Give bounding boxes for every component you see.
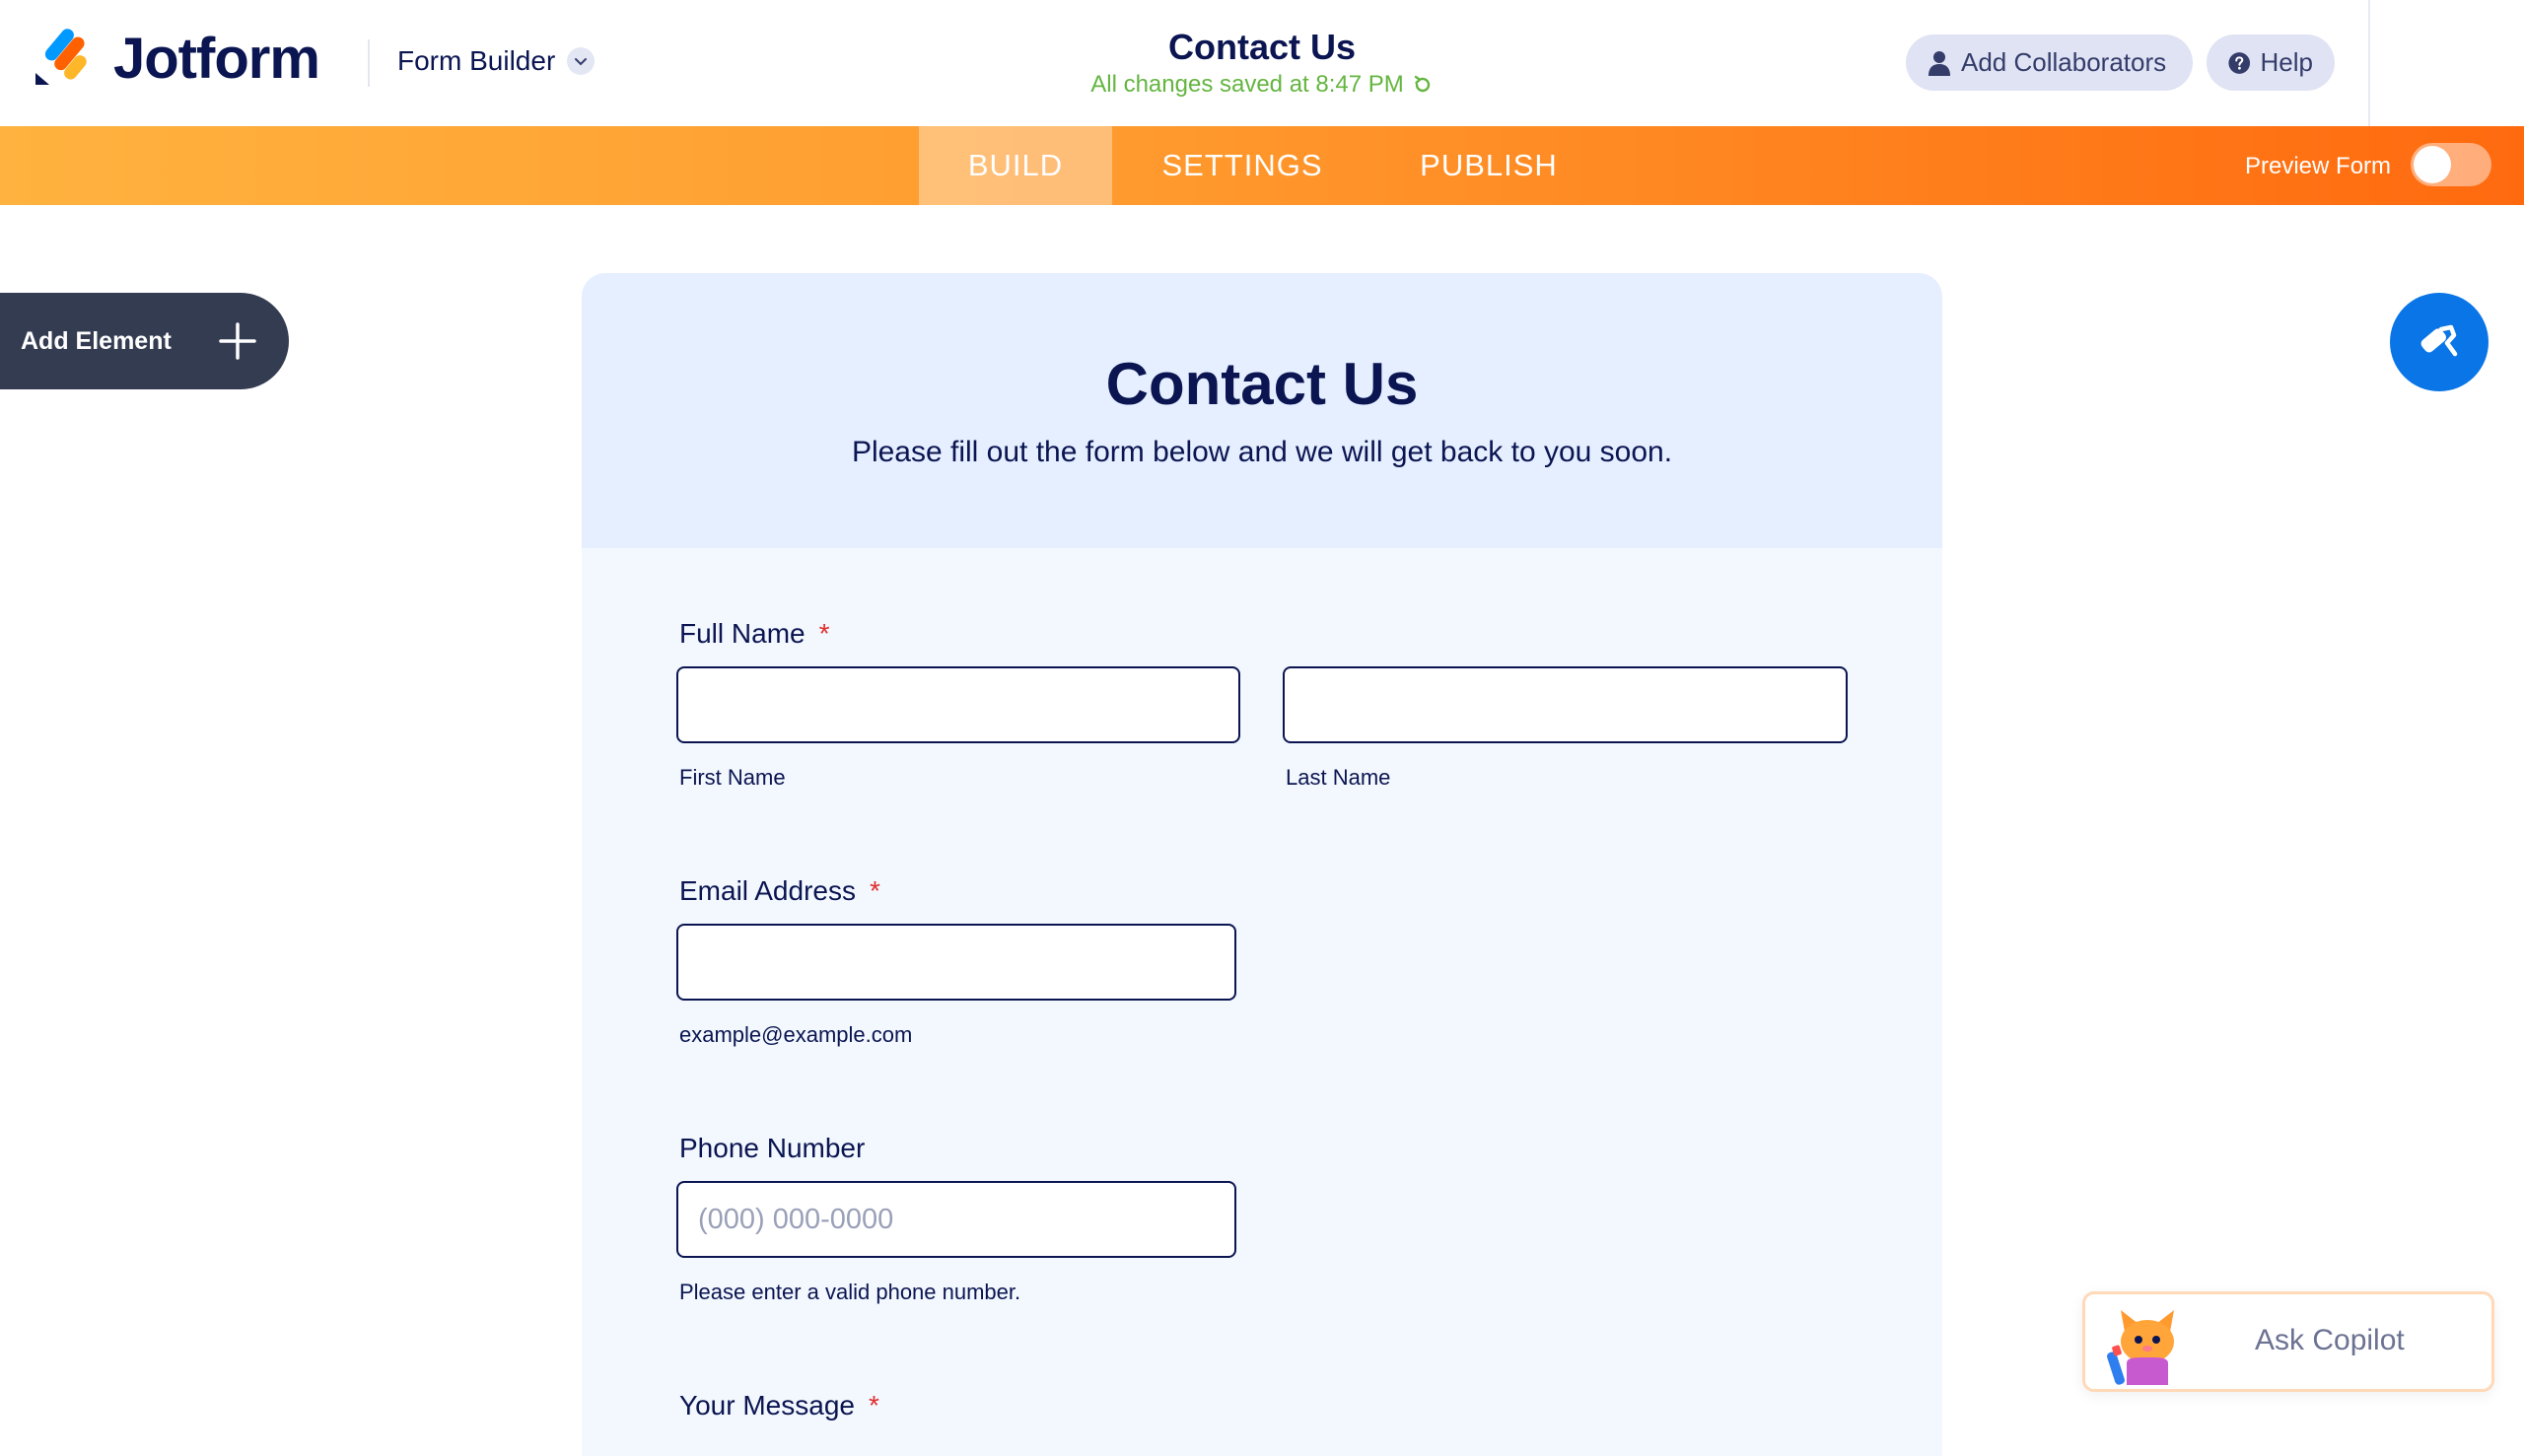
plus-icon bbox=[219, 322, 256, 360]
message-label-text: Your Message bbox=[679, 1390, 855, 1421]
top-header: Jotform Form Builder Contact Us All chan… bbox=[0, 0, 2524, 126]
save-status: All changes saved at 8:47 PM bbox=[1090, 71, 1434, 99]
builder-nav: BUILD SETTINGS PUBLISH Preview Form bbox=[0, 126, 2524, 205]
email-sublabel: example@example.com bbox=[679, 1022, 913, 1047]
required-mark: * bbox=[869, 875, 880, 906]
refresh-icon bbox=[1414, 75, 1430, 93]
paint-roller-icon bbox=[2420, 324, 2458, 357]
copilot-cat-icon bbox=[2107, 1310, 2174, 1385]
form-card: Contact Us Please fill out the form belo… bbox=[582, 273, 1942, 1456]
tab-settings[interactable]: SETTINGS bbox=[1144, 126, 1341, 205]
last-name-sublabel: Last Name bbox=[1286, 765, 1391, 790]
ask-copilot-label: Ask Copilot bbox=[2255, 1324, 2405, 1356]
required-mark: * bbox=[868, 1390, 879, 1421]
tab-publish[interactable]: PUBLISH bbox=[1400, 126, 1578, 205]
phone-input[interactable]: (000) 000-0000 bbox=[676, 1181, 1236, 1258]
form-header[interactable]: Contact Us Please fill out the form belo… bbox=[582, 273, 1942, 548]
preview-form-toggle[interactable] bbox=[2411, 143, 2491, 186]
chevron-down-icon bbox=[567, 47, 596, 75]
form-designer-button[interactable] bbox=[2390, 293, 2489, 391]
first-name-sublabel: First Name bbox=[679, 765, 786, 790]
full-name-label: Full Name * bbox=[679, 618, 830, 650]
tab-build[interactable]: BUILD bbox=[919, 126, 1112, 205]
add-collaborators-label: Add Collaborators bbox=[1961, 47, 2167, 77]
required-mark: * bbox=[818, 618, 830, 649]
form-heading: Contact Us bbox=[1105, 351, 1419, 417]
jotform-logo-icon[interactable] bbox=[34, 28, 89, 87]
preview-form-label: Preview Form bbox=[2245, 153, 2392, 179]
help-button[interactable]: Help bbox=[2207, 35, 2335, 91]
first-name-input[interactable] bbox=[676, 666, 1240, 743]
help-label: Help bbox=[2260, 47, 2313, 77]
header-right-divider bbox=[2368, 0, 2370, 126]
email-label: Email Address * bbox=[679, 875, 880, 907]
email-label-text: Email Address bbox=[679, 875, 856, 906]
email-input[interactable] bbox=[676, 924, 1236, 1001]
user-icon bbox=[1928, 50, 1950, 76]
phone-sublabel: Please enter a valid phone number. bbox=[679, 1280, 1021, 1304]
form-builder-label: Form Builder bbox=[397, 45, 556, 76]
save-status-text: All changes saved at 8:47 PM bbox=[1090, 71, 1404, 98]
form-builder-dropdown[interactable]: Form Builder bbox=[397, 45, 596, 77]
last-name-input[interactable] bbox=[1283, 666, 1848, 743]
question-circle-icon bbox=[2228, 51, 2251, 74]
add-element-label: Add Element bbox=[21, 326, 172, 355]
form-subheading: Please fill out the form below and we wi… bbox=[851, 436, 1673, 468]
add-element-button[interactable]: Add Element bbox=[0, 293, 289, 389]
header-divider bbox=[368, 39, 370, 87]
ask-copilot-button[interactable]: Ask Copilot bbox=[2082, 1291, 2494, 1392]
phone-label: Phone Number bbox=[679, 1133, 866, 1163]
brand-name[interactable]: Jotform bbox=[113, 26, 320, 92]
full-name-label-text: Full Name bbox=[679, 618, 806, 649]
add-collaborators-button[interactable]: Add Collaborators bbox=[1906, 35, 2193, 91]
message-label: Your Message * bbox=[679, 1390, 879, 1421]
toggle-knob bbox=[2414, 146, 2451, 183]
